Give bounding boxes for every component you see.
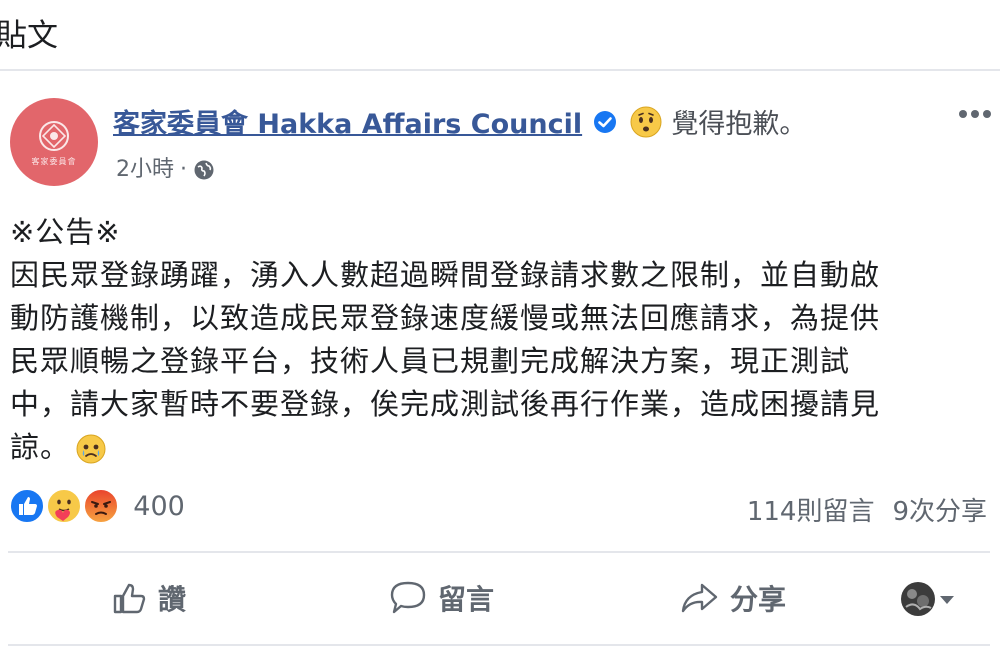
post-card: 客家委員會 客家委員會 Hakka Affairs Council 覺得抱歉。 … bbox=[0, 71, 1000, 666]
post-body-line: 諒。 bbox=[10, 430, 71, 464]
caret-down-icon bbox=[940, 596, 954, 604]
page-title: 貼文 bbox=[0, 18, 58, 54]
meta-separator: · bbox=[180, 157, 187, 182]
sad-face-icon bbox=[630, 106, 662, 137]
post-body-line: 因民眾登錄踴躍，湧入人數超過瞬間登錄請求數之限制，並自動啟 bbox=[10, 258, 881, 292]
post-timestamp-link[interactable]: 2小時 bbox=[116, 157, 174, 182]
post-actions: 讚 留言 分享 bbox=[0, 567, 1000, 629]
post-body-line: ※公告※ bbox=[10, 215, 121, 249]
like-button[interactable]: 讚 bbox=[110, 567, 186, 629]
verified-badge-icon bbox=[594, 110, 617, 133]
avatar[interactable]: 客家委員會 bbox=[10, 98, 98, 186]
like-reaction-icon bbox=[9, 488, 45, 524]
divider bbox=[8, 551, 990, 553]
share-arrow-icon bbox=[681, 583, 718, 613]
comment-label: 留言 bbox=[438, 583, 495, 616]
share-button[interactable]: 分享 bbox=[678, 567, 786, 629]
care-reaction-icon bbox=[46, 488, 83, 524]
post-body-line: 中，請大家暫時不要登錄，俟完成測試後再行作業，造成困擾請見 bbox=[10, 387, 881, 421]
council-logo-icon bbox=[39, 121, 69, 151]
post-meta: 2小時 · bbox=[116, 151, 215, 183]
profile-avatar-icon bbox=[901, 582, 935, 616]
post-body: ※公告※ 因民眾登錄踴躍，湧入人數超過瞬間登錄請求數之限制，並自動啟 動防護機制… bbox=[10, 211, 990, 469]
sad-tear-face-icon bbox=[76, 434, 106, 464]
post-stats: 114則留言 9次分享 bbox=[747, 491, 987, 528]
audience-selector[interactable] bbox=[900, 579, 958, 619]
post-body-line: 民眾順暢之登錄平台，技術人員已規劃完成解決方案，現正測試 bbox=[10, 344, 851, 378]
page-header: 貼文 bbox=[0, 0, 1000, 70]
divider bbox=[8, 644, 990, 646]
post-body-last-line: 諒。 bbox=[10, 426, 990, 469]
comment-button[interactable]: 留言 bbox=[388, 567, 494, 629]
thumbs-up-icon bbox=[113, 583, 146, 614]
globe-icon[interactable] bbox=[193, 159, 215, 181]
reaction-count: 400 bbox=[133, 490, 185, 522]
comment-count-link[interactable]: 114則留言 bbox=[747, 497, 875, 527]
comment-bubble-icon bbox=[390, 581, 426, 614]
share-count-link[interactable]: 9次分享 bbox=[892, 497, 987, 527]
more-options-icon[interactable] bbox=[957, 107, 993, 121]
share-label: 分享 bbox=[730, 583, 787, 616]
angry-reaction-icon bbox=[83, 488, 120, 524]
author-name-link[interactable]: 客家委員會 Hakka Affairs Council bbox=[113, 109, 582, 140]
feeling-text: 覺得抱歉。 bbox=[671, 109, 807, 140]
reactions-summary[interactable]: 400 bbox=[8, 487, 185, 527]
post-body-line: 動防護機制，以致造成民眾登錄速度緩慢或無法回應請求，為提供 bbox=[10, 301, 881, 335]
avatar-logo-text: 客家委員會 bbox=[31, 157, 77, 166]
author-line: 客家委員會 Hakka Affairs Council 覺得抱歉。 bbox=[113, 102, 806, 142]
like-label: 讚 bbox=[158, 583, 187, 616]
